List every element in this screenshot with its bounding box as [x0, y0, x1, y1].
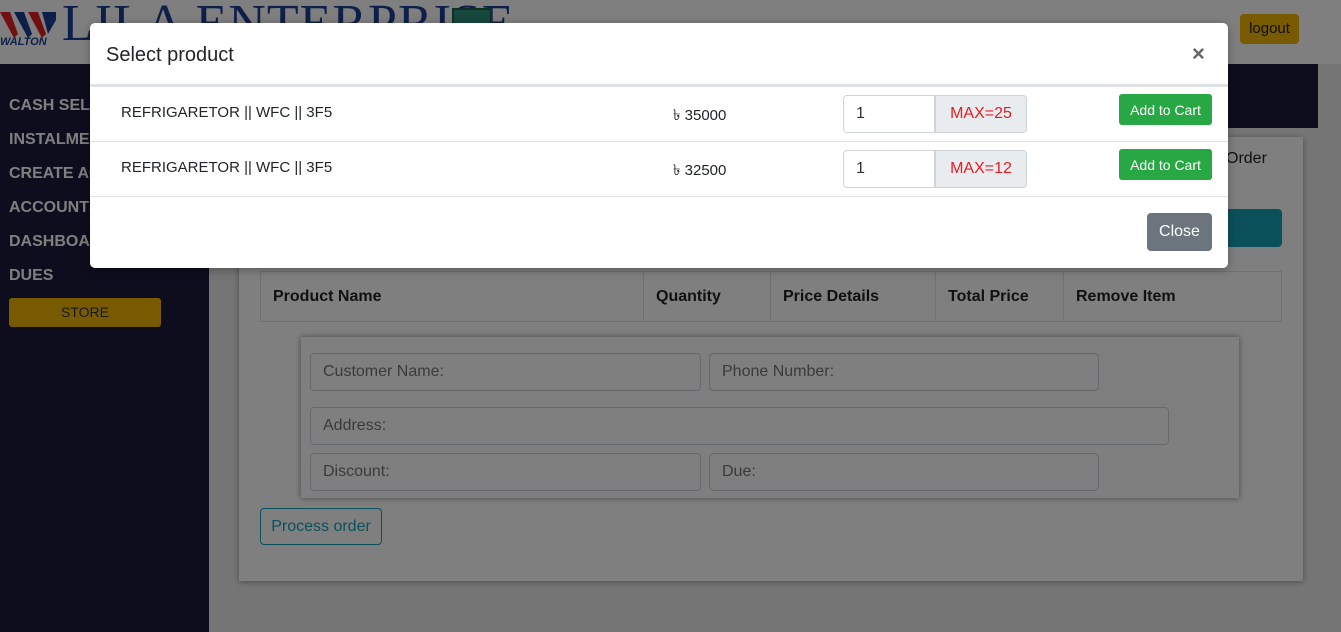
product-name: REFRIGARETOR || WFC || 3F5 — [121, 104, 333, 121]
product-row: REFRIGARETOR || WFC || 3F5 ৳ 32500 MAX=1… — [90, 141, 1228, 196]
quantity-input[interactable] — [843, 150, 935, 188]
add-to-cart-button[interactable]: Add to Cart — [1119, 149, 1212, 180]
add-to-cart-button[interactable]: Add to Cart — [1119, 94, 1212, 125]
select-product-modal: Select product × REFRIGARETOR || WFC || … — [90, 23, 1228, 268]
product-price: ৳ 35000 — [673, 107, 727, 124]
max-quantity-badge: MAX=12 — [935, 150, 1027, 188]
close-button[interactable]: Close — [1147, 213, 1212, 251]
product-price: ৳ 32500 — [673, 162, 727, 179]
close-icon[interactable]: × — [1192, 41, 1205, 67]
product-name: REFRIGARETOR || WFC || 3F5 — [121, 159, 333, 176]
modal-footer: Close — [90, 196, 1228, 268]
max-quantity-badge: MAX=25 — [935, 95, 1027, 133]
modal-title: Select product — [106, 44, 234, 66]
product-row: REFRIGARETOR || WFC || 3F5 ৳ 35000 MAX=2… — [90, 86, 1228, 141]
modal-header: Select product × — [90, 23, 1228, 86]
quantity-input[interactable] — [843, 95, 935, 133]
